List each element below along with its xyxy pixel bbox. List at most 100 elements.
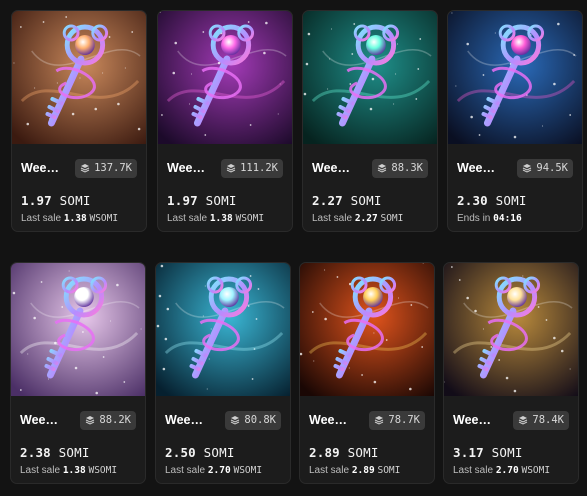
sale-unit: WSOMI xyxy=(89,213,119,224)
price: 1.97 SOMI xyxy=(167,193,283,208)
price: 2.27 SOMI xyxy=(312,193,428,208)
nft-name: Wee… xyxy=(21,161,59,175)
sale-unit: SOMI xyxy=(380,213,404,224)
sale-label: Last sale xyxy=(309,465,350,476)
nft-name: Wee… xyxy=(167,161,205,175)
volume-value: 111.2K xyxy=(240,162,278,174)
sale-unit: WSOMI xyxy=(88,465,118,476)
sale-unit: SOMI xyxy=(377,465,401,476)
price-currency: SOMI xyxy=(205,193,237,208)
nft-image[interactable] xyxy=(303,11,437,144)
price-value: 2.27 xyxy=(312,193,343,208)
nft-card[interactable]: Wee… 78.7K 2.89 SOMI Last sale 2.89 SOMI xyxy=(299,262,435,484)
nft-image[interactable] xyxy=(448,11,582,144)
price: 1.97 SOMI xyxy=(21,193,137,208)
nft-image[interactable] xyxy=(300,263,434,396)
sale-label: Last sale xyxy=(21,213,62,224)
price-currency: SOMI xyxy=(347,445,379,460)
sale-info: Last sale 1.38 WSOMI xyxy=(20,465,136,476)
nft-card[interactable]: Wee… 111.2K 1.97 SOMI Last sale 1.38 WSO… xyxy=(157,10,293,232)
nft-name: Wee… xyxy=(309,413,347,427)
volume-badge: 78.4K xyxy=(513,410,569,430)
sale-value: 2.70 xyxy=(207,465,231,476)
sale-value: 2.27 xyxy=(354,213,378,224)
sale-value: 1.38 xyxy=(62,465,86,476)
nft-image[interactable] xyxy=(156,263,290,396)
nft-image[interactable] xyxy=(158,11,292,144)
price: 2.30 SOMI xyxy=(457,193,573,208)
sale-info: Ends in 04:16 xyxy=(457,213,573,224)
sale-unit: WSOMI xyxy=(233,465,263,476)
volume-badge: 88.3K xyxy=(372,158,428,178)
nft-image[interactable] xyxy=(11,263,145,396)
volume-value: 78.4K xyxy=(532,414,564,426)
nft-card[interactable]: Wee… 88.2K 2.38 SOMI Last sale 1.38 WSOM… xyxy=(10,262,146,484)
sale-label: Last sale xyxy=(453,465,494,476)
price: 2.89 SOMI xyxy=(309,445,425,460)
layers-icon xyxy=(519,416,528,425)
price-value: 2.89 xyxy=(309,445,340,460)
layers-icon xyxy=(231,416,240,425)
volume-value: 78.7K xyxy=(388,414,420,426)
volume-badge: 88.2K xyxy=(80,410,136,430)
volume-badge: 94.5K xyxy=(517,158,573,178)
volume-badge: 137.7K xyxy=(75,158,137,178)
price-currency: SOMI xyxy=(491,445,523,460)
price-value: 3.17 xyxy=(453,445,484,460)
volume-badge: 78.7K xyxy=(369,410,425,430)
volume-value: 137.7K xyxy=(94,162,132,174)
sale-label: Last sale xyxy=(167,213,208,224)
price: 2.50 SOMI xyxy=(165,445,281,460)
price-currency: SOMI xyxy=(350,193,382,208)
sale-info: Last sale 2.27 SOMI xyxy=(312,213,428,224)
price-currency: SOMI xyxy=(58,445,90,460)
nft-name: Wee… xyxy=(453,413,491,427)
nft-card[interactable]: Wee… 88.3K 2.27 SOMI Last sale 2.27 SOMI xyxy=(302,10,438,232)
sale-info: Last sale 2.89 SOMI xyxy=(309,465,425,476)
sale-label: Ends in xyxy=(457,213,491,224)
nft-name: Wee… xyxy=(457,161,495,175)
nft-name: Wee… xyxy=(165,413,203,427)
sale-unit: WSOMI xyxy=(235,213,265,224)
nft-image[interactable] xyxy=(444,263,578,396)
sale-value: 2.89 xyxy=(351,465,375,476)
layers-icon xyxy=(378,164,387,173)
sale-unit: WSOMI xyxy=(521,465,551,476)
price-value: 2.38 xyxy=(20,445,51,460)
price-value: 2.50 xyxy=(165,445,196,460)
sale-info: Last sale 2.70 WSOMI xyxy=(453,465,569,476)
sale-label: Last sale xyxy=(312,213,353,224)
volume-badge: 80.8K xyxy=(225,410,281,430)
sale-value: 2.70 xyxy=(495,465,519,476)
nft-name: Wee… xyxy=(312,161,350,175)
price-currency: SOMI xyxy=(59,193,91,208)
layers-icon xyxy=(226,164,236,173)
price-currency: SOMI xyxy=(495,193,527,208)
sale-value: 1.38 xyxy=(63,213,87,224)
volume-badge: 111.2K xyxy=(221,158,283,178)
volume-value: 88.2K xyxy=(99,414,131,426)
volume-value: 94.5K xyxy=(536,162,568,174)
nft-image[interactable] xyxy=(12,11,146,144)
layers-icon xyxy=(80,164,90,173)
layers-icon xyxy=(523,164,532,173)
sale-info: Last sale 1.38 WSOMI xyxy=(21,213,137,224)
sale-info: Last sale 1.38 WSOMI xyxy=(167,213,283,224)
price-value: 1.97 xyxy=(21,193,52,208)
price-value: 2.30 xyxy=(457,193,488,208)
nft-card[interactable]: Wee… 137.7K 1.97 SOMI Last sale 1.38 WSO… xyxy=(11,10,147,232)
nft-name: Wee… xyxy=(20,413,58,427)
nft-card[interactable]: Wee… 94.5K 2.30 SOMI Ends in 04:16 xyxy=(447,10,583,232)
price: 3.17 SOMI xyxy=(453,445,569,460)
sale-label: Last sale xyxy=(165,465,206,476)
price: 2.38 SOMI xyxy=(20,445,136,460)
volume-value: 80.8K xyxy=(244,414,276,426)
price-value: 1.97 xyxy=(167,193,198,208)
nft-card[interactable]: Wee… 80.8K 2.50 SOMI Last sale 2.70 WSOM… xyxy=(155,262,291,484)
price-currency: SOMI xyxy=(203,445,235,460)
nft-card[interactable]: Wee… 78.4K 3.17 SOMI Last sale 2.70 WSOM… xyxy=(443,262,579,484)
sale-value: 04:16 xyxy=(493,213,522,224)
layers-icon xyxy=(375,416,384,425)
sale-info: Last sale 2.70 WSOMI xyxy=(165,465,281,476)
nft-grid: Wee… 137.7K 1.97 SOMI Last sale 1.38 WSO… xyxy=(0,0,587,496)
